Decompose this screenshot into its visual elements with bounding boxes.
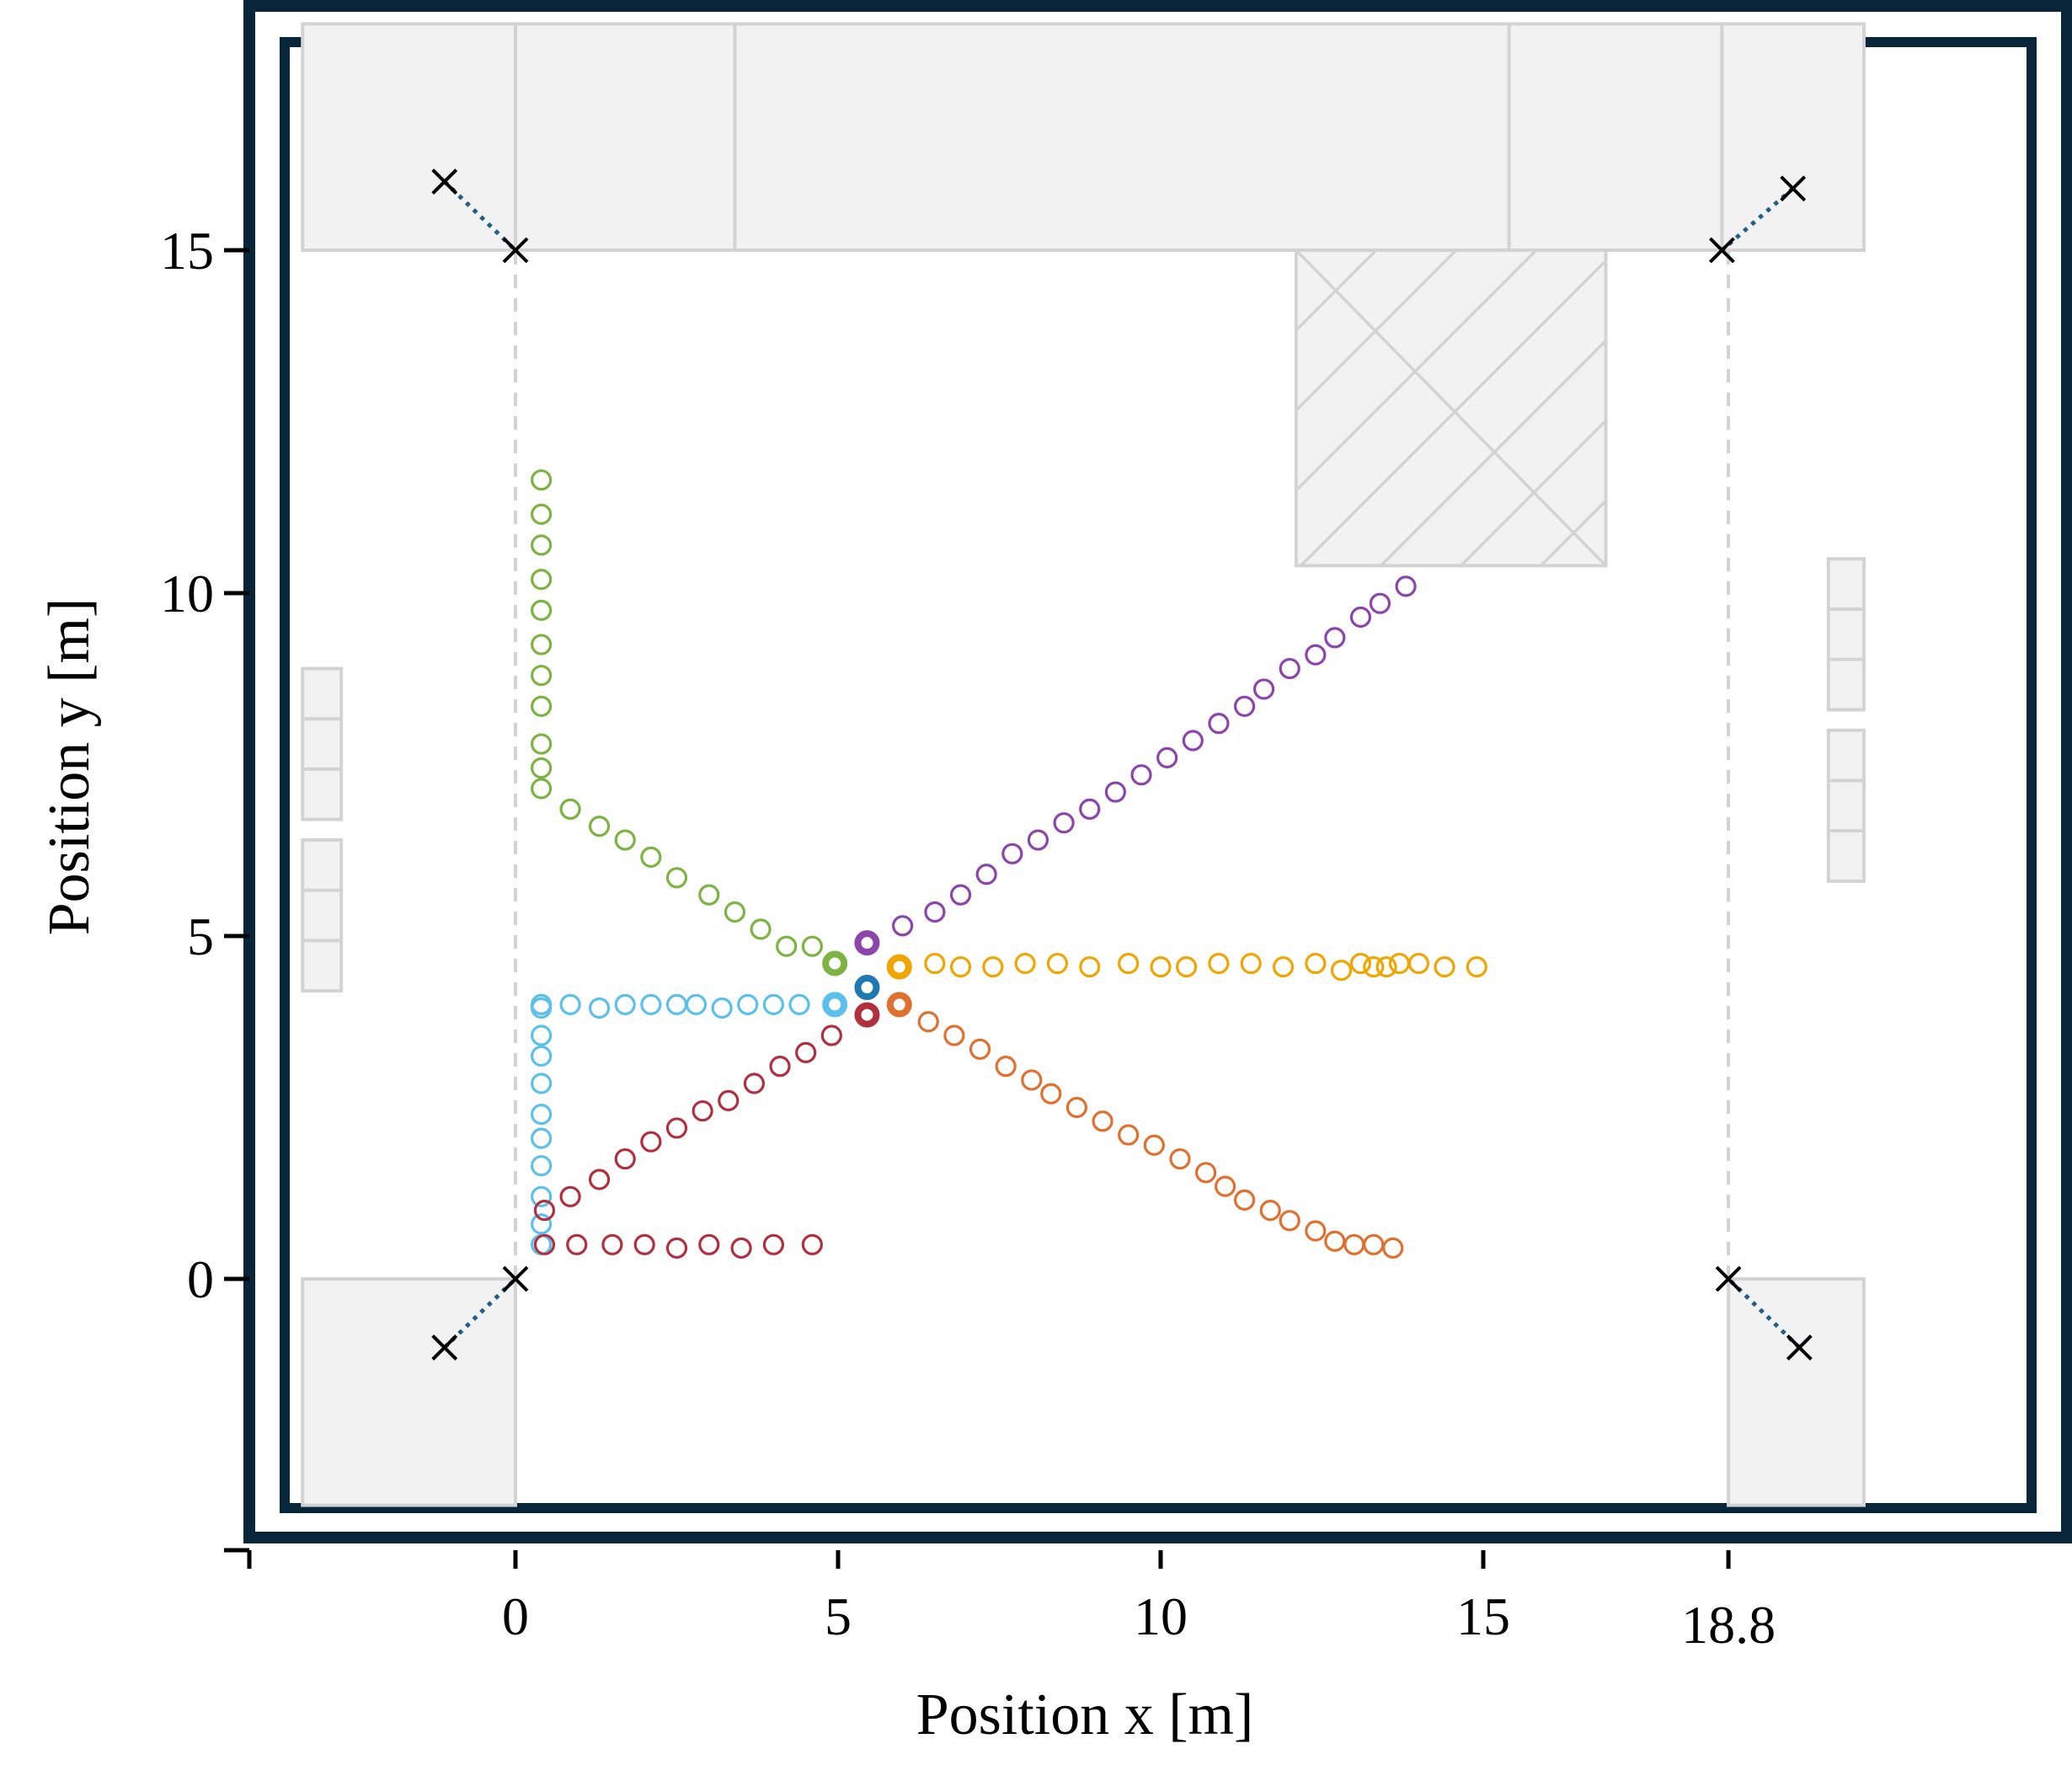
y-tick-label: 0 [187, 1249, 214, 1309]
shelf [1826, 728, 1866, 883]
x-tick-label: 18.8 [1681, 1595, 1776, 1655]
y-tick-label: 15 [160, 221, 214, 281]
wall-zone [301, 1277, 517, 1507]
x-axis-title: Position x [m] [916, 1682, 1254, 1747]
shelf [1826, 557, 1866, 712]
y-axis-title: Position y [m] [37, 598, 102, 936]
y-ticks: 0 5 10 15 [160, 221, 249, 1553]
x-tick-label: 10 [1134, 1586, 1188, 1646]
x-tick-label: 15 [1456, 1586, 1510, 1646]
x-ticks: 0 5 10 15 18.8 [247, 1550, 1776, 1655]
x-tick-label: 5 [825, 1586, 852, 1646]
wall-zone [1727, 1277, 1866, 1507]
x-tick-label: 0 [502, 1586, 529, 1646]
shelf [301, 838, 344, 993]
y-tick-label: 5 [187, 907, 214, 966]
y-tick-label: 10 [160, 564, 214, 623]
chart: 0 5 10 15 18.8 0 5 10 15 Position x [m] Positio… [37, 0, 2072, 1747]
wall-zone [301, 22, 1866, 252]
shelf [301, 666, 344, 821]
